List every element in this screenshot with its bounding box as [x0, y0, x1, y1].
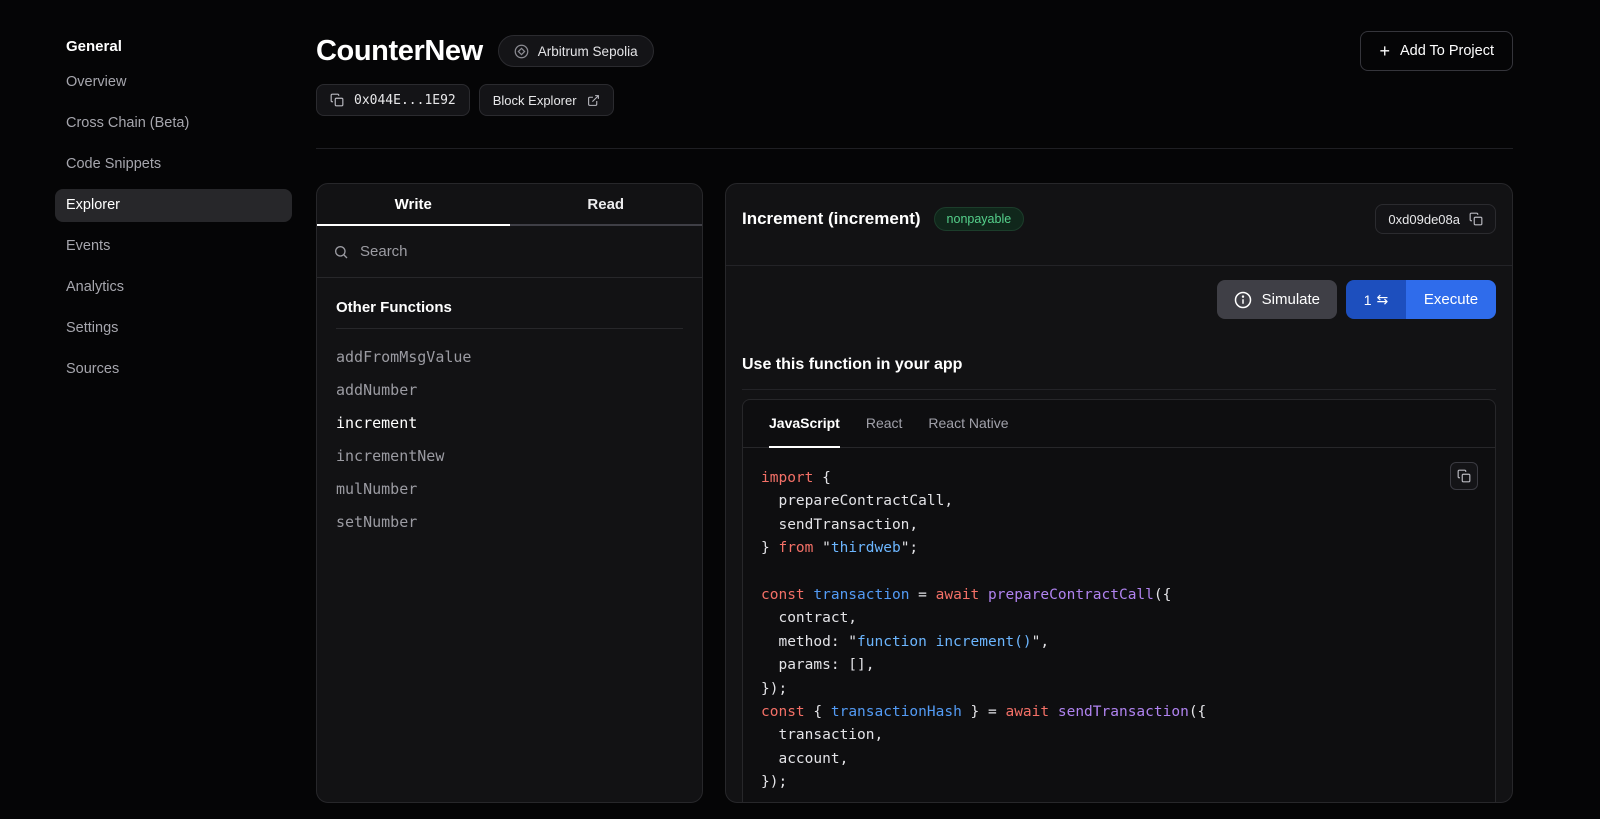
function-list: addFromMsgValueaddNumberincrementincreme…: [336, 342, 683, 537]
network-badge-label: Arbitrum Sepolia: [538, 44, 638, 59]
code-line: account,: [761, 748, 1495, 771]
contract-header: CounterNew Arbitrum Sepolia + Add To Pro…: [316, 31, 1513, 71]
sidebar-item-settings[interactable]: Settings: [55, 312, 292, 345]
sidebar-nav: Overview Cross Chain (Beta) Code Snippets E…: [55, 66, 292, 386]
code-line: const transaction = await prepareContrac…: [761, 584, 1495, 607]
fn-tabs: WriteRead: [317, 184, 702, 226]
code-line: import {: [761, 467, 1495, 490]
app-root: General Overview Cross Chain (Beta) Code S…: [0, 0, 1600, 819]
code-line: });: [761, 678, 1495, 701]
transaction-count-button[interactable]: 1 ⇆: [1346, 280, 1406, 319]
actions-row: Simulate 1 ⇆ Execute: [726, 266, 1512, 319]
code-line: const { transactionHash } = await sendTr…: [761, 701, 1495, 724]
main-content: CounterNew Arbitrum Sepolia + Add To Pro…: [316, 0, 1513, 819]
code-body: import { prepareContractCall, sendTransa…: [743, 448, 1495, 795]
function-item-addnumber[interactable]: addNumber: [336, 375, 683, 405]
tab-read[interactable]: Read: [510, 184, 703, 226]
code-line: contract,: [761, 607, 1495, 630]
function-item-setnumber[interactable]: setNumber: [336, 507, 683, 537]
other-functions-section: Other Functions addFromMsgValueaddNumber…: [317, 278, 702, 540]
copy-icon: [1469, 212, 1483, 226]
function-item-mulnumber[interactable]: mulNumber: [336, 474, 683, 504]
function-selector-chip[interactable]: 0xd09de08a: [1375, 204, 1496, 234]
sidebar-item-code-snippets[interactable]: Code Snippets: [55, 148, 292, 181]
contract-address: 0x044E...1E92: [354, 93, 456, 108]
contract-address-chip[interactable]: 0x044E...1E92: [316, 84, 470, 116]
code-line: [761, 561, 1495, 584]
execute-button-group: 1 ⇆ Execute: [1346, 280, 1496, 319]
mutability-badge: nonpayable: [934, 207, 1025, 231]
sidebar-item-cross-chain-beta[interactable]: Cross Chain (Beta): [55, 107, 292, 140]
simulate-button[interactable]: Simulate: [1217, 280, 1337, 319]
header-divider: [316, 148, 1513, 149]
contract-subheader: 0x044E...1E92 Block Explorer: [316, 84, 1513, 116]
simulate-label: Simulate: [1262, 291, 1320, 308]
function-title: Increment (increment): [742, 209, 921, 229]
code-panel: JavaScript React React Native import { pre…: [742, 399, 1496, 803]
code-line: params: [],: [761, 654, 1495, 677]
add-to-project-label: Add To Project: [1400, 43, 1494, 59]
code-tab-javascript[interactable]: JavaScript: [769, 400, 840, 448]
sidebar-heading: General: [55, 38, 292, 55]
sidebar-item-analytics[interactable]: Analytics: [55, 271, 292, 304]
code-line: });: [761, 771, 1495, 794]
sidebar-item-events[interactable]: Events: [55, 230, 292, 263]
function-item-addfrommsgvalue[interactable]: addFromMsgValue: [336, 342, 683, 372]
info-icon: [1234, 291, 1252, 309]
code-line: sendTransaction,: [761, 514, 1495, 537]
sidebar-item-overview[interactable]: Overview: [55, 66, 292, 99]
transaction-count: 1: [1364, 292, 1372, 308]
usage-divider: [742, 389, 1496, 390]
code-tab-react[interactable]: React: [866, 400, 903, 448]
add-to-project-button[interactable]: + Add To Project: [1360, 31, 1513, 71]
code-tabs: JavaScript React React Native: [743, 400, 1495, 448]
function-selector: 0xd09de08a: [1388, 212, 1460, 227]
code-line: } from "thirdweb";: [761, 537, 1495, 560]
block-explorer-button[interactable]: Block Explorer: [479, 84, 614, 116]
search-icon: [333, 244, 349, 260]
sidebar: General Overview Cross Chain (Beta) Code S…: [0, 0, 316, 819]
functions-panel: WriteRead Other Functions addFromMsgValu…: [316, 183, 703, 803]
other-functions-title: Other Functions: [336, 299, 683, 316]
copy-icon: [1457, 469, 1471, 483]
code-tab-react-native[interactable]: React Native: [928, 400, 1008, 448]
explorer-content: WriteRead Other Functions addFromMsgValu…: [316, 183, 1513, 803]
search-row: [317, 226, 702, 278]
function-item-increment[interactable]: increment: [336, 408, 683, 438]
plus-icon: +: [1379, 42, 1390, 60]
block-explorer-label: Block Explorer: [493, 93, 577, 108]
function-item-incrementnew[interactable]: incrementNew: [336, 441, 683, 471]
copy-icon: [330, 93, 344, 107]
execute-button[interactable]: Execute: [1406, 280, 1496, 319]
swap-icon: ⇆: [1377, 292, 1389, 308]
sidebar-item-explorer[interactable]: Explorer: [55, 189, 292, 222]
tab-write[interactable]: Write: [317, 184, 510, 226]
code-line: transaction,: [761, 724, 1495, 747]
code-line: prepareContractCall,: [761, 490, 1495, 513]
function-detail-header: Increment (increment) nonpayable 0xd09de…: [726, 184, 1512, 266]
section-divider: [336, 328, 683, 329]
code-line: method: "function increment()",: [761, 631, 1495, 654]
usage-heading: Use this function in your app: [742, 356, 1496, 374]
execute-label: Execute: [1424, 291, 1478, 308]
external-link-icon: [587, 94, 600, 107]
search-input[interactable]: [360, 243, 686, 260]
sidebar-item-sources[interactable]: Sources: [55, 353, 292, 386]
network-icon: [514, 44, 529, 59]
copy-code-button[interactable]: [1450, 462, 1478, 490]
function-detail-panel: Increment (increment) nonpayable 0xd09de…: [725, 183, 1513, 803]
page-title: CounterNew: [316, 35, 483, 68]
network-badge[interactable]: Arbitrum Sepolia: [498, 35, 654, 67]
